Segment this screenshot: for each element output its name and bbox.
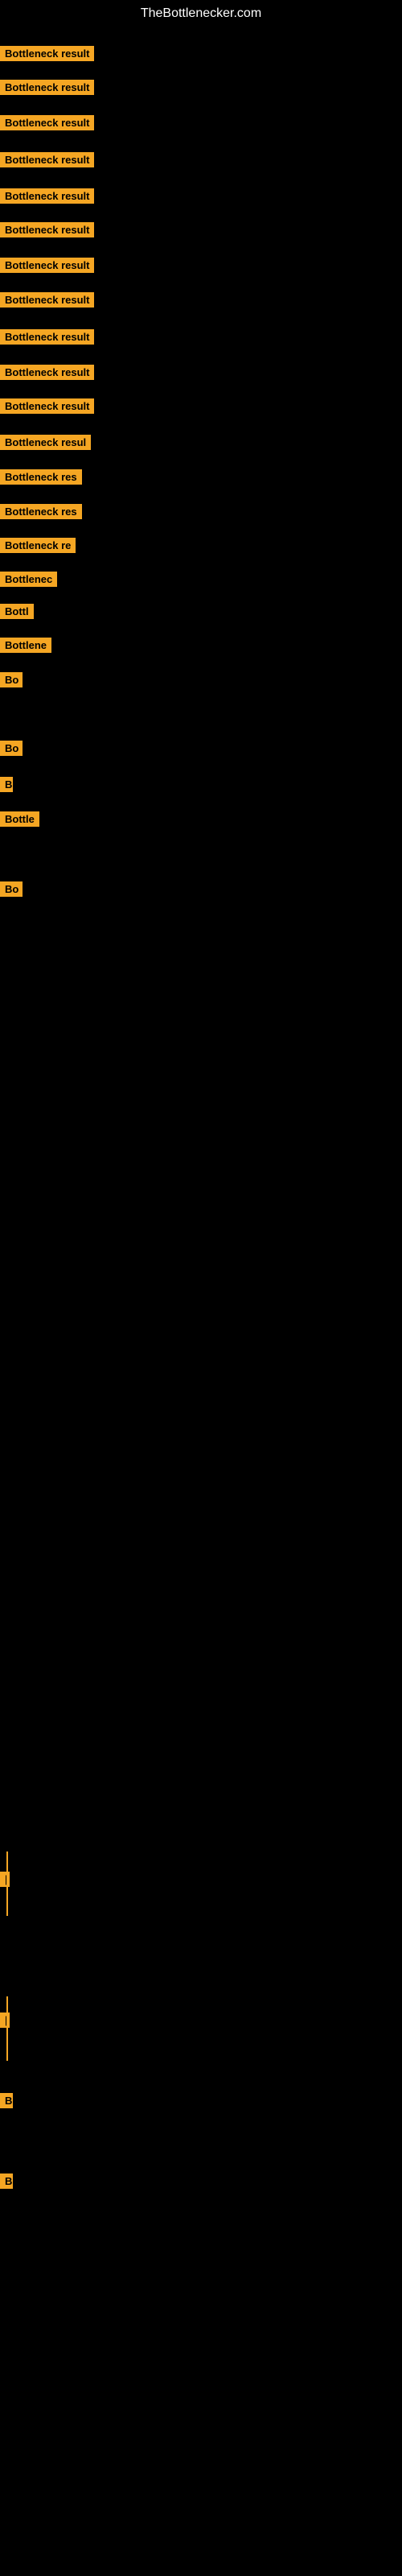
bottleneck-result-badge: Bottleneck result bbox=[0, 329, 94, 345]
bottleneck-result-badge: Bottleneck resul bbox=[0, 435, 91, 450]
bottleneck-result-badge: Bottleneck result bbox=[0, 222, 94, 237]
site-title: TheBottlenecker.com bbox=[0, 0, 402, 27]
bottleneck-result-badge: Bottleneck result bbox=[0, 80, 94, 95]
bottleneck-result-badge: Bo bbox=[0, 741, 23, 756]
bottleneck-result-badge: Bottleneck result bbox=[0, 115, 94, 130]
bottleneck-result-badge: B bbox=[0, 2174, 13, 2189]
bottleneck-result-badge: Bottleneck result bbox=[0, 152, 94, 167]
bottleneck-result-badge: | bbox=[0, 2013, 10, 2028]
bottleneck-result-badge: Bottleneck result bbox=[0, 292, 94, 308]
bottleneck-result-badge: Bottlene bbox=[0, 638, 51, 653]
bottleneck-result-badge: B bbox=[0, 777, 13, 792]
bottleneck-result-badge: Bottleneck re bbox=[0, 538, 76, 553]
bottleneck-result-badge: Bottleneck result bbox=[0, 365, 94, 380]
bottleneck-result-badge: | bbox=[0, 1872, 10, 1887]
bottleneck-result-badge: Bottleneck result bbox=[0, 398, 94, 414]
bottleneck-result-badge: Bottleneck res bbox=[0, 469, 82, 485]
bottleneck-result-badge: B bbox=[0, 2093, 13, 2108]
vertical-line-indicator bbox=[6, 1852, 8, 1916]
bottleneck-result-badge: Bo bbox=[0, 672, 23, 687]
bottleneck-result-badge: Bottleneck res bbox=[0, 504, 82, 519]
bottleneck-result-badge: Bo bbox=[0, 881, 23, 897]
bottleneck-result-badge: Bottleneck result bbox=[0, 46, 94, 61]
vertical-line-indicator bbox=[6, 1996, 8, 2061]
bottleneck-result-badge: Bottle bbox=[0, 811, 39, 827]
bottleneck-result-badge: Bottleneck result bbox=[0, 188, 94, 204]
bottleneck-result-badge: Bottl bbox=[0, 604, 34, 619]
bottleneck-result-badge: Bottleneck result bbox=[0, 258, 94, 273]
bottleneck-result-badge: Bottlenec bbox=[0, 572, 57, 587]
